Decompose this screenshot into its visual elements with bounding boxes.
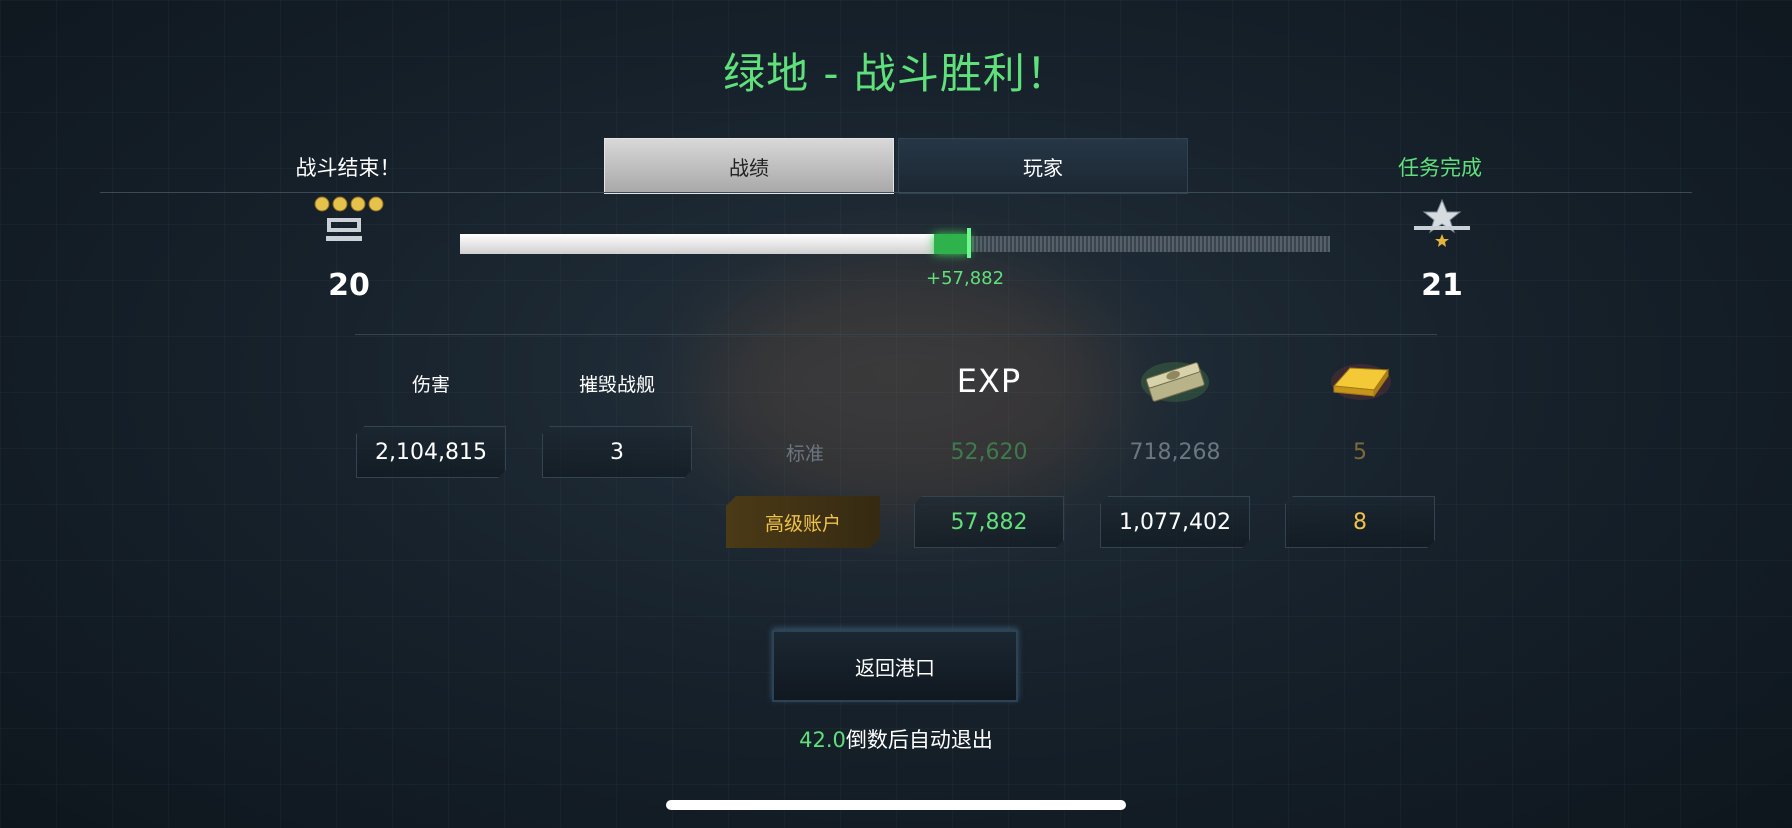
battle-result-title: 绿地 - 战斗胜利！ bbox=[723, 49, 1069, 98]
credits-cash-icon bbox=[1140, 358, 1210, 404]
header-divider bbox=[100, 192, 1692, 193]
stats-divider bbox=[355, 334, 1437, 335]
return-to-port-button[interactable]: 返回港口 bbox=[772, 630, 1018, 702]
premium-credits-box: 1,077,402 bbox=[1100, 496, 1250, 548]
standard-label: 标准 bbox=[785, 442, 824, 465]
auto-exit-countdown: 42.0倒数后自动退出 bbox=[0, 724, 1792, 754]
standard-exp: 52,620 bbox=[950, 439, 1028, 465]
destroyed-value-box: 3 bbox=[542, 426, 692, 478]
damage-label: 伤害 bbox=[411, 374, 450, 396]
rank-insignia-icon bbox=[310, 194, 390, 254]
rank-progress-previous bbox=[460, 234, 935, 254]
home-indicator[interactable] bbox=[666, 800, 1126, 810]
standard-credits: 718,268 bbox=[1129, 439, 1221, 465]
rank-progress-marker bbox=[966, 228, 971, 258]
next-rank-star-icon bbox=[1412, 198, 1472, 248]
premium-gold-box: 8 bbox=[1285, 496, 1435, 548]
destroyed-label: 摧毁战舰 bbox=[578, 374, 655, 396]
tab-players[interactable]: 玩家 bbox=[898, 138, 1188, 194]
damage-value-box: 2,104,815 bbox=[356, 426, 506, 478]
exp-label: EXP bbox=[956, 362, 1022, 400]
battle-over-label: 战斗结束！ bbox=[295, 156, 401, 180]
gold-bar-icon bbox=[1328, 356, 1394, 404]
mission-complete-label: 任务完成 bbox=[1398, 156, 1482, 180]
next-rank-number: 21 bbox=[1421, 268, 1463, 303]
premium-exp-box: 57,882 bbox=[914, 496, 1064, 548]
current-rank-number: 20 bbox=[328, 268, 370, 303]
tab-battle-stats[interactable]: 战绩 bbox=[604, 138, 894, 194]
rank-progress-gain bbox=[934, 234, 969, 254]
standard-gold: 5 bbox=[1353, 439, 1367, 465]
exp-gain-text: +57,882 bbox=[926, 268, 1005, 289]
premium-account-tag: 高级账户 bbox=[726, 496, 880, 548]
countdown-text: 倒数后自动退出 bbox=[845, 728, 993, 752]
countdown-seconds: 42.0 bbox=[799, 728, 846, 752]
